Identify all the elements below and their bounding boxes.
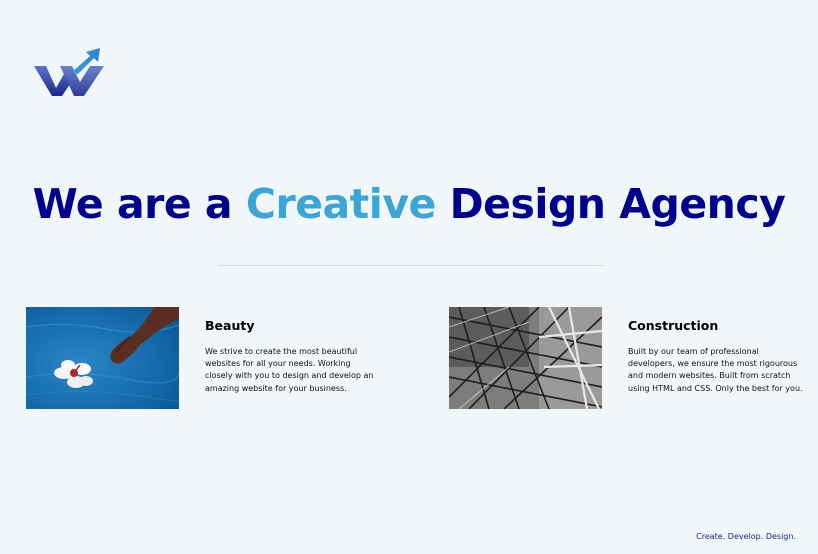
hand-flower-water-image [26, 307, 179, 409]
hero-title-accent: Creative [245, 180, 436, 228]
feature-beauty: Beauty We strive to create the most beau… [26, 307, 386, 417]
w-arrow-logo-icon[interactable] [32, 44, 112, 100]
steel-structure-image [449, 307, 602, 409]
feature-title: Beauty [205, 318, 255, 333]
divider [218, 265, 603, 266]
feature-construction: Construction Built by our team of profes… [449, 307, 809, 417]
hero-title-part1: We are a [32, 180, 246, 228]
footer-tagline: Create. Develop. Design. [696, 532, 796, 541]
feature-description: We strive to create the most beautiful w… [205, 347, 374, 393]
page-title: We are a Creative Design Agency [0, 180, 818, 228]
hero-title-part2: Design Agency [435, 180, 786, 228]
feature-description: Built by our team of professional develo… [628, 347, 803, 393]
feature-title: Construction [628, 318, 719, 333]
